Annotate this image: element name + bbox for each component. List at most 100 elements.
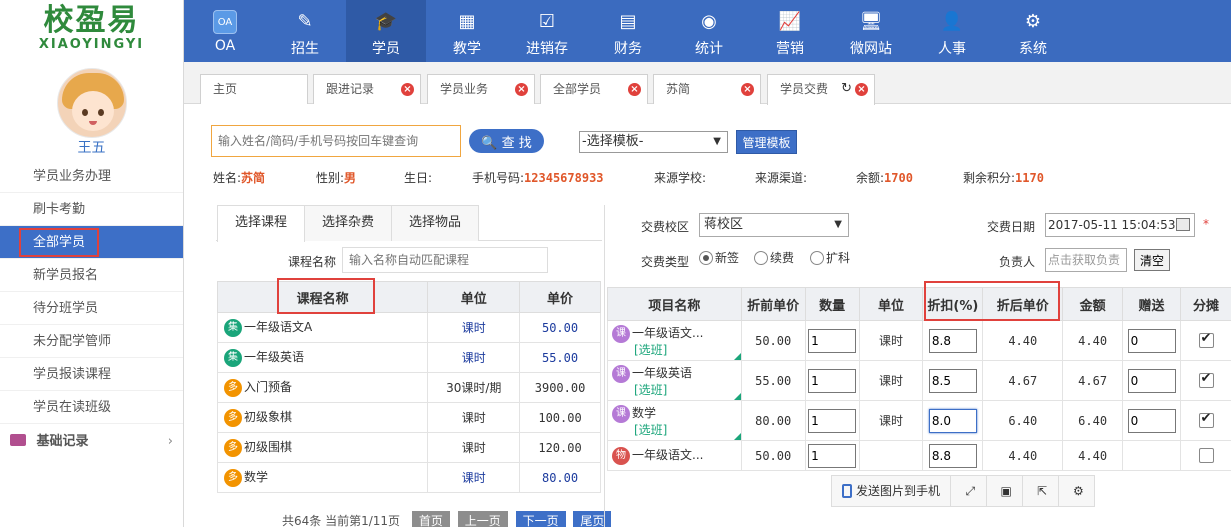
- course-type-badge: 多: [224, 468, 242, 487]
- tab-1[interactable]: 跟进记录 ×: [313, 74, 421, 104]
- sidebar-item[interactable]: 全部学员: [0, 226, 183, 259]
- corner-marker: [733, 393, 741, 400]
- course-name-input[interactable]: [342, 247, 548, 273]
- select-class-link[interactable]: [选班]: [612, 383, 741, 397]
- payment-type-option[interactable]: 新签: [699, 249, 739, 266]
- clear-button[interactable]: 清空: [1134, 249, 1170, 271]
- save-icon[interactable]: ▣: [991, 476, 1023, 506]
- discount-input[interactable]: [928, 443, 977, 468]
- calendar-icon[interactable]: [1176, 218, 1190, 231]
- corner-marker: [733, 353, 741, 360]
- table-row[interactable]: 集一年级英语 课时 55.00: [216, 342, 601, 373]
- item-name-cell: 课一年级英语 [选班]: [607, 360, 742, 401]
- sidebar-item[interactable]: 学员在读班级: [0, 391, 183, 424]
- search-button[interactable]: 🔍 查 找: [469, 129, 544, 153]
- prev-page-button[interactable]: 上一页: [457, 511, 508, 527]
- quantity-cell: [804, 440, 860, 471]
- nav-item-5[interactable]: ▤ 财务: [588, 0, 668, 62]
- first-page-button[interactable]: 首页: [411, 511, 450, 527]
- course-tab-1[interactable]: 选择杂费: [304, 205, 392, 241]
- discount-input[interactable]: [928, 328, 977, 353]
- sidebar-item[interactable]: 学员报读课程: [0, 358, 183, 391]
- discount-input[interactable]: [928, 408, 977, 433]
- nav-item-1[interactable]: ✎ 招生: [265, 0, 345, 62]
- close-icon[interactable]: ×: [741, 83, 754, 96]
- nav-item-9[interactable]: 👤 人事: [912, 0, 992, 62]
- tab-4[interactable]: 苏简 ×: [653, 74, 761, 104]
- nav-item-7[interactable]: 📈 营销: [750, 0, 830, 62]
- column-header: 分摊: [1180, 287, 1231, 321]
- date-input[interactable]: 2017-05-11 15:04:53: [1045, 213, 1195, 237]
- original-price-cell: 50.00: [740, 320, 806, 361]
- course-tab-2[interactable]: 选择物品: [391, 205, 479, 241]
- search-input[interactable]: [211, 125, 461, 157]
- nav-item-2[interactable]: 🎓 学员: [346, 0, 426, 62]
- nav-item-10[interactable]: ⚙ 系统: [993, 0, 1073, 62]
- close-icon[interactable]: ×: [628, 83, 641, 96]
- table-row[interactable]: 多入门预备 30课时/期 3900.00: [216, 372, 601, 403]
- gift-input[interactable]: [1127, 408, 1176, 433]
- nav-label: 进销存: [526, 41, 568, 57]
- gift-input[interactable]: [1127, 368, 1176, 393]
- quantity-input[interactable]: [808, 443, 857, 468]
- nav-item-4[interactable]: ☑ 进销存: [507, 0, 587, 62]
- tab-2[interactable]: 学员业务 ×: [427, 74, 535, 104]
- sidebar-item[interactable]: 刷卡考勤: [0, 193, 183, 226]
- select-class-link[interactable]: [选班]: [612, 423, 741, 437]
- payment-type-option[interactable]: 扩科: [810, 249, 850, 266]
- table-row[interactable]: 多数学 课时 80.00: [216, 462, 601, 493]
- radio-button[interactable]: [754, 251, 768, 265]
- settings-icon[interactable]: ⚙: [1062, 476, 1094, 506]
- manage-template-button[interactable]: 管理模板: [736, 130, 797, 154]
- tab-0[interactable]: 主页: [200, 74, 308, 104]
- template-select[interactable]: -选择模板- ▼: [579, 131, 728, 153]
- select-class-link[interactable]: [选班]: [612, 343, 741, 357]
- nav-item-8[interactable]: 🖥 微网站: [831, 0, 911, 62]
- radio-button[interactable]: [699, 251, 713, 265]
- course-name: 一年级英语: [244, 350, 305, 365]
- send-image-button[interactable]: 发送图片到手机: [832, 476, 952, 506]
- tab-5[interactable]: 学员交费 ↻ ×: [767, 74, 875, 105]
- expand-icon[interactable]: ⤢: [955, 476, 987, 506]
- quantity-input[interactable]: [808, 368, 857, 393]
- close-icon[interactable]: ×: [515, 83, 528, 96]
- table-row[interactable]: 多初级围棋 课时 120.00: [216, 432, 601, 463]
- course-tab-0[interactable]: 选择课程: [217, 205, 305, 242]
- refresh-icon[interactable]: ↻: [841, 75, 852, 103]
- amount-cell: 6.40: [1062, 400, 1124, 441]
- split-checkbox[interactable]: [1198, 448, 1214, 463]
- close-icon[interactable]: ×: [855, 83, 868, 96]
- sidebar-section-basic-record[interactable]: 基础记录 ›: [0, 424, 183, 460]
- nav-item-3[interactable]: ▦ 教学: [427, 0, 507, 62]
- unit-cell: 课时: [858, 360, 924, 401]
- payment-type-option[interactable]: 续费: [754, 249, 794, 266]
- quantity-input[interactable]: [808, 328, 857, 353]
- nav-item-6[interactable]: ◉ 统计: [669, 0, 749, 62]
- avatar[interactable]: [56, 68, 127, 138]
- quantity-input[interactable]: [808, 408, 857, 433]
- nav-item-0[interactable]: OA OA: [185, 0, 265, 62]
- campus-select[interactable]: 蒋校区 ▼: [699, 213, 849, 237]
- split-checkbox[interactable]: [1198, 331, 1214, 348]
- tab-3[interactable]: 全部学员 ×: [540, 74, 648, 104]
- table-row: 物一年级语文...50.004.404.40: [607, 440, 1231, 471]
- info-points: 剩余积分:1170: [963, 171, 1044, 185]
- unit-cell: 课时: [427, 312, 521, 343]
- split-cell: [1180, 360, 1231, 401]
- split-checkbox[interactable]: [1198, 411, 1214, 428]
- sidebar-item[interactable]: 学员业务办理: [0, 160, 183, 193]
- radio-button[interactable]: [810, 251, 824, 265]
- item-name-cell: 课一年级语文... [选班]: [607, 320, 742, 361]
- person-input[interactable]: 点击获取负责: [1045, 248, 1127, 272]
- split-checkbox[interactable]: [1198, 371, 1214, 388]
- table-row[interactable]: 多初级象棋 课时 100.00: [216, 402, 601, 433]
- sidebar-item[interactable]: 新学员报名: [0, 259, 183, 292]
- gift-input[interactable]: [1127, 328, 1176, 353]
- sidebar-item[interactable]: 待分班学员: [0, 292, 183, 325]
- export-icon[interactable]: ⇱: [1027, 476, 1059, 506]
- table-row[interactable]: 集一年级语文A 课时 50.00: [216, 312, 601, 343]
- sidebar-item[interactable]: 未分配学管师: [0, 325, 183, 358]
- discount-input[interactable]: [928, 368, 977, 393]
- close-icon[interactable]: ×: [401, 83, 414, 96]
- next-page-button[interactable]: 下一页: [515, 511, 566, 527]
